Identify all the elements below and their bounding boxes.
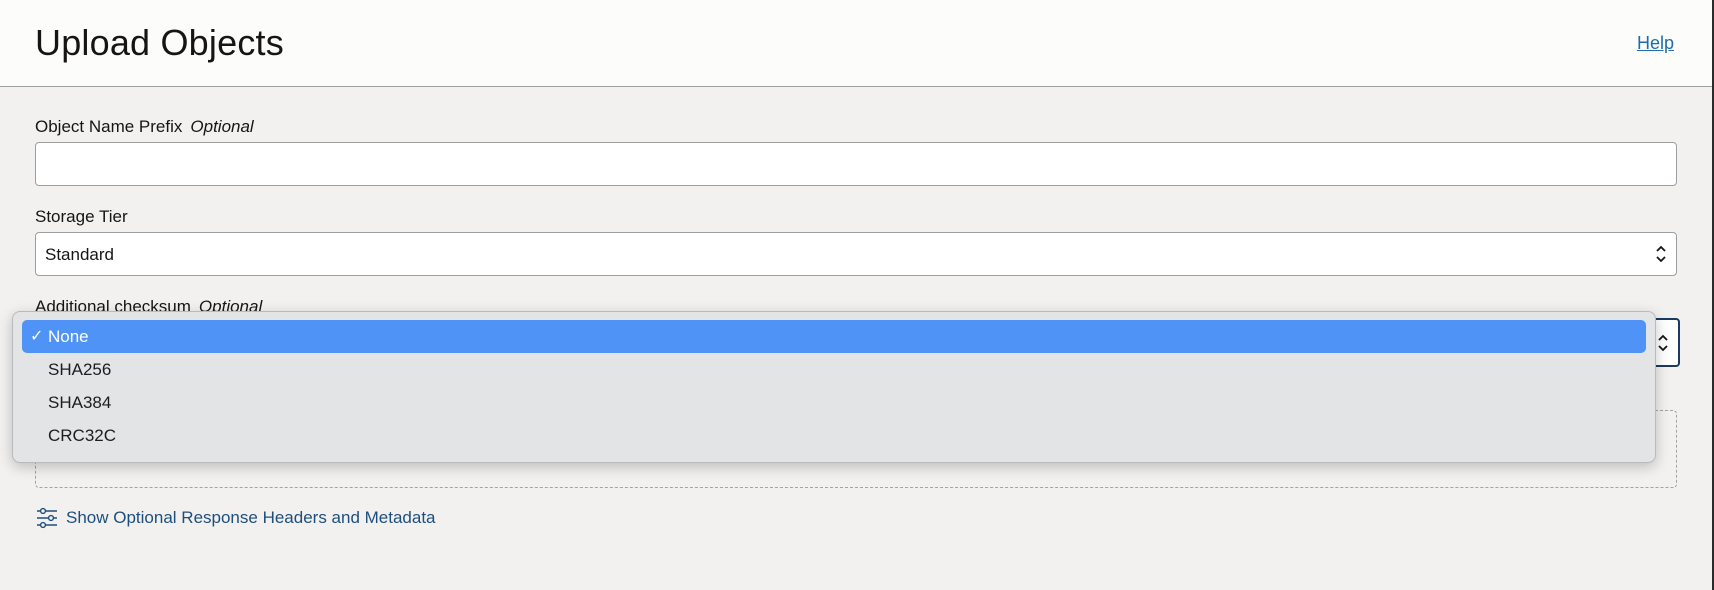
chevron-up-down-icon [1656, 245, 1666, 263]
option-label: SHA256 [48, 360, 112, 379]
checkmark-icon: ✓ [30, 328, 44, 345]
storage-tier-select[interactable]: Standard [35, 232, 1677, 276]
show-optional-headers-label: Show Optional Response Headers and Metad… [66, 508, 436, 527]
page-title: Upload Objects [35, 22, 284, 63]
storage-tier-value: Standard [45, 245, 114, 264]
option-label: None [48, 327, 89, 346]
panel-header: Upload Objects Help [0, 0, 1712, 87]
checksum-option-none[interactable]: ✓ None [22, 320, 1646, 353]
object-name-prefix-input[interactable] [35, 142, 1677, 186]
upload-objects-panel: Upload Objects Help Object Name Prefix Op… [0, 0, 1712, 590]
checksum-option-crc32c[interactable]: CRC32C [22, 419, 1646, 452]
show-optional-headers-toggle[interactable]: Show Optional Response Headers and Metad… [35, 506, 436, 530]
sliders-icon [37, 507, 57, 529]
checksum-option-sha384[interactable]: SHA384 [22, 386, 1646, 419]
storage-tier-label-text: Storage Tier [35, 207, 128, 226]
prefix-label: Object Name Prefix Optional [35, 117, 254, 137]
chevron-up-down-icon [1658, 334, 1668, 352]
option-label: CRC32C [48, 426, 117, 445]
option-label: SHA384 [48, 393, 112, 412]
checksum-dropdown-menu[interactable]: ✓ None SHA256 SHA384 CRC32C [12, 311, 1656, 463]
checksum-option-sha256[interactable]: SHA256 [22, 353, 1646, 386]
prefix-optional-tag: Optional [190, 117, 254, 136]
storage-tier-label: Storage Tier [35, 207, 128, 227]
help-link[interactable]: Help [1637, 33, 1674, 54]
prefix-label-text: Object Name Prefix [35, 117, 183, 136]
